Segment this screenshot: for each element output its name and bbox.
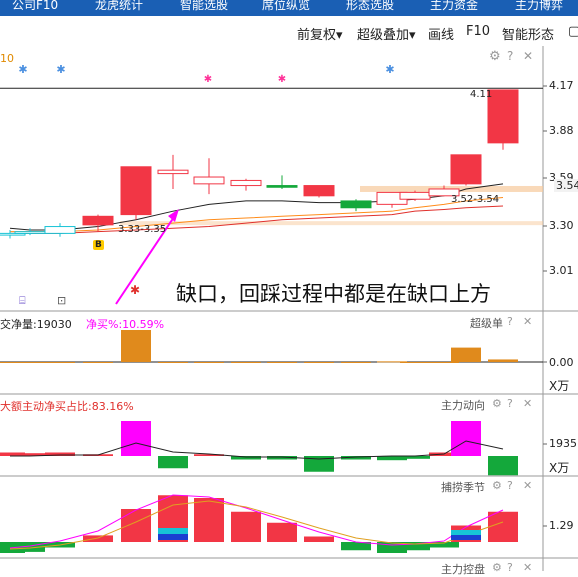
- super-unit-label: X万: [549, 379, 570, 393]
- super-order-title: 超级单: [470, 317, 503, 330]
- super-order-bar: [267, 362, 297, 363]
- close-icon[interactable]: ✕: [523, 397, 532, 410]
- candle-body: [230, 179, 262, 187]
- price-period-label: 10: [0, 52, 14, 65]
- gear-icon[interactable]: ⚙: [492, 561, 502, 574]
- main-dir-axis-tick: 1935.4: [549, 437, 578, 450]
- candle-body: [14, 231, 46, 234]
- super-order-bar: [341, 362, 371, 363]
- season-bar: [488, 511, 518, 542]
- close-icon[interactable]: ✕: [523, 315, 532, 328]
- price-axis-tick: 3.30: [549, 219, 574, 232]
- price-axis-tick: 3.88: [549, 124, 574, 137]
- price-axis-tick: 4.17: [549, 79, 574, 92]
- candle-body: [82, 215, 114, 226]
- price-axis-tick: 3.01: [549, 264, 574, 277]
- buy-marker-b: B: [93, 240, 104, 250]
- gap-price-label-low: 3.33-3.35: [118, 224, 167, 235]
- super-order-net-buy: 净买%:10.59%: [86, 318, 165, 331]
- control-title: 主力控盘: [441, 563, 485, 576]
- super-order-bar: [194, 362, 224, 363]
- candle-body: [487, 89, 519, 144]
- last-price-tag: 3.54: [554, 179, 578, 192]
- gear-icon[interactable]: ⚙: [492, 479, 502, 492]
- pink-star-marker: ✱: [204, 74, 212, 85]
- main-dir-bar: [488, 456, 518, 476]
- candle-body: [193, 176, 225, 185]
- ma-line: [10, 197, 504, 233]
- help-icon[interactable]: ?: [507, 49, 513, 63]
- candle-body: [120, 166, 152, 216]
- help-icon[interactable]: ?: [507, 315, 513, 328]
- super-order-bar: [451, 347, 481, 362]
- super-order-bar: [304, 362, 334, 363]
- super-order-bar: [45, 362, 75, 363]
- super-order-bar: [83, 362, 113, 363]
- calendar-icon[interactable]: ⌸: [19, 294, 26, 308]
- close-icon[interactable]: ✕: [523, 49, 533, 63]
- help-icon[interactable]: ?: [507, 479, 513, 492]
- candle-body: [303, 185, 335, 197]
- candle-body: [44, 226, 76, 234]
- candle-body: [157, 169, 189, 175]
- candle-body: [266, 185, 298, 188]
- season-bar: [231, 511, 261, 542]
- candle-body: [399, 191, 431, 200]
- blue-star-marker: ✱: [56, 63, 65, 76]
- event-icon[interactable]: ⊡: [57, 294, 66, 307]
- help-icon[interactable]: ?: [507, 397, 513, 410]
- super-order-bar: [121, 330, 151, 362]
- season-bar: [121, 509, 151, 542]
- candle-body: [450, 154, 482, 185]
- super-order-bar: [158, 362, 188, 363]
- blue-star-marker: ✱: [385, 63, 394, 76]
- main-dir-unit-label: X万: [549, 461, 570, 475]
- close-icon[interactable]: ✕: [523, 561, 532, 574]
- red-star-marker: ✱: [130, 283, 140, 297]
- help-icon[interactable]: ?: [507, 561, 513, 574]
- main-dir-bar: [158, 456, 188, 469]
- super-order-bar: [231, 362, 261, 363]
- season-signal-bar: [451, 535, 481, 540]
- gear-icon[interactable]: ⚙: [489, 49, 501, 64]
- blue-star-marker: ✱: [18, 63, 27, 76]
- season-bar: [267, 522, 297, 542]
- season-bar: [83, 535, 113, 542]
- main-dir-ratio: 大额主动净买占比:83.16%: [0, 400, 134, 413]
- season-title: 捕捞季节: [441, 481, 485, 494]
- gear-icon[interactable]: ⚙: [492, 397, 502, 410]
- main-dir-bar: [121, 421, 151, 456]
- gap-price-label-high: 3.52-3.54: [451, 194, 500, 205]
- super-axis-tick: 0.00: [549, 356, 574, 369]
- candle-body: [340, 200, 372, 209]
- super-order-volume: 交净量:19030: [0, 318, 72, 331]
- season-axis-tick: 1.29: [549, 519, 574, 532]
- season-signal-bar: [158, 534, 188, 540]
- super-order-bar: [429, 362, 459, 363]
- season-bar: [194, 498, 224, 542]
- season-signal-bar: [158, 528, 188, 534]
- super-order-bar: [400, 362, 430, 363]
- main-dir-bar: [451, 421, 481, 456]
- season-bar: [304, 536, 334, 542]
- high-price-label: 4.11: [470, 89, 493, 100]
- season-signal-bar: [451, 530, 481, 535]
- super-order-bar: [488, 359, 518, 362]
- main-dir-title: 主力动向: [441, 399, 485, 412]
- close-icon[interactable]: ✕: [523, 479, 532, 492]
- pink-star-marker: ✱: [278, 74, 286, 85]
- annotation-text: 缺口，回踩过程中都是在缺口上方: [176, 282, 491, 306]
- super-order-bar: [15, 362, 45, 363]
